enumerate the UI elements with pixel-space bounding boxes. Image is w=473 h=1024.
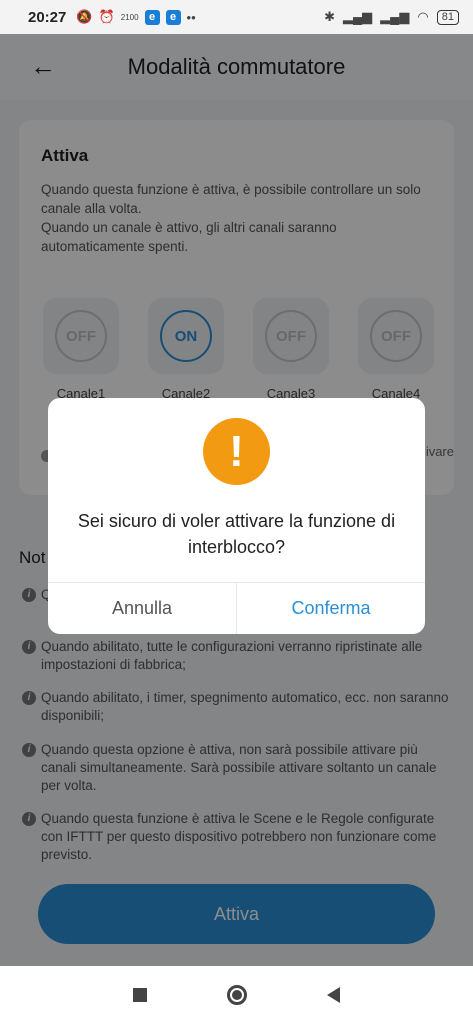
recents-icon[interactable] <box>133 988 147 1002</box>
back-triangle-icon[interactable] <box>327 987 340 1003</box>
status-icons-right: ✱ ▂▄▆ ▂▄▆ ◠ 81 <box>324 9 459 25</box>
data-icon: 2100 <box>120 12 139 22</box>
cancel-button[interactable]: Annulla <box>48 583 237 634</box>
app-e-icon: e <box>144 9 160 25</box>
bluetooth-icon: ✱ <box>324 9 335 24</box>
mute-icon: 🔕 <box>76 9 93 24</box>
status-time: 20:27 <box>28 8 67 26</box>
signal-icon: ▂▄▆ <box>380 9 410 24</box>
home-icon[interactable] <box>227 985 247 1005</box>
confirm-button[interactable]: Conferma <box>237 583 425 634</box>
signal-icon: ▂▄▆ <box>342 9 373 24</box>
app-e-icon: e <box>165 9 181 25</box>
warning-icon: ! <box>203 418 270 485</box>
confirm-dialog: ! Sei sicuro di voler attivare la funzio… <box>48 398 425 634</box>
alarm-icon: ⏰ <box>98 9 115 24</box>
dialog-actions: Annulla Conferma <box>48 582 425 634</box>
status-bar: 20:27 🔕 ⏰ 2100 e e •• ✱ ▂▄▆ ▂▄▆ ◠ 81 <box>0 0 473 34</box>
status-icons-left: 🔕 ⏰ 2100 e e •• <box>76 9 196 25</box>
system-nav-bar <box>0 966 473 1024</box>
dialog-message: Sei sicuro di voler attivare la funzione… <box>77 511 396 557</box>
wifi-icon: ◠ <box>417 9 429 24</box>
battery-indicator: 81 <box>436 9 459 25</box>
more-dots-icon: •• <box>186 9 196 25</box>
